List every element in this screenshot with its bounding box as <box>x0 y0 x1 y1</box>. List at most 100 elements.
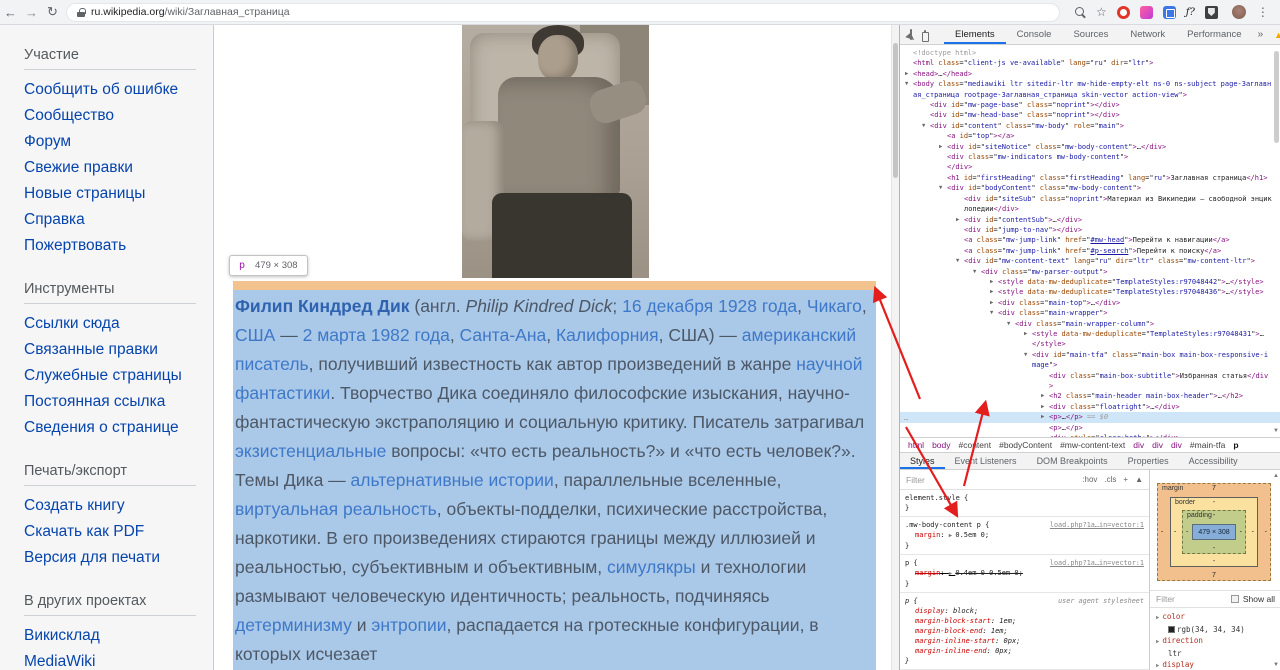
sidebar-link[interactable]: MediaWiki <box>24 649 213 670</box>
sidebar-link[interactable]: Ссылки сюда <box>24 311 213 337</box>
extension-icon-red[interactable] <box>1116 5 1130 19</box>
wiki-link[interactable]: США <box>235 325 275 345</box>
computed-property[interactable]: ▶ color <box>1156 611 1275 624</box>
dom-tree-row[interactable]: ▼ <div class="mw-parser-output"> <box>900 267 1280 277</box>
style-rule[interactable]: user agent stylesheet p {display: block; m… <box>900 593 1149 670</box>
dom-tree-row[interactable]: ▼ <body class="mediawiki ltr sitedir-ltr … <box>900 79 1280 100</box>
wiki-link[interactable]: экзистенциальные <box>235 441 386 461</box>
sidebar-link[interactable]: Форум <box>24 129 213 155</box>
bookmark-star-icon[interactable]: ☆ <box>1096 0 1107 25</box>
computed-property[interactable]: ▶ direction <box>1156 635 1275 648</box>
sidebar-link[interactable]: Версия для печати <box>24 545 213 571</box>
stylesheet-source-link[interactable]: load.php?1a…in=vector:1 <box>1050 520 1144 530</box>
panel-tab-accessibility[interactable]: Accessibility <box>1179 453 1248 469</box>
breadcrumb-item[interactable]: #bodyContent <box>999 440 1052 450</box>
wiki-link[interactable]: энтропии <box>371 615 446 635</box>
back-icon[interactable]: ← <box>0 5 21 20</box>
breadcrumb-item[interactable]: #mw-content-text <box>1060 440 1125 450</box>
inspect-element-icon[interactable] <box>910 29 912 40</box>
wiki-link[interactable]: 2 марта 1982 года <box>303 325 450 345</box>
dom-tree-row[interactable]: <a id="top"></a> <box>900 131 1280 141</box>
computed-property[interactable]: ▶ display <box>1156 659 1275 670</box>
devtools-tab-console[interactable]: Console <box>1006 25 1063 44</box>
warnings-badge[interactable]: ▲3 <box>1274 30 1280 40</box>
sidebar-link[interactable]: Сообщить об ошибке <box>24 77 213 103</box>
dom-tree-row[interactable]: ▶ <div id="contentSub">…</div> <box>900 215 1280 225</box>
devtools-tab-performance[interactable]: Performance <box>1176 25 1252 44</box>
wiki-link[interactable]: детерминизму <box>235 615 352 635</box>
new-rule-button[interactable]: + <box>1123 475 1128 484</box>
stylesheet-source-link[interactable]: user agent stylesheet <box>1058 596 1144 606</box>
dom-tree-row[interactable]: <!doctype html> <box>900 48 1280 58</box>
sidebar-link[interactable]: Постоянная ссылка <box>24 389 213 415</box>
extension-icon-function[interactable]: ƒ? <box>1186 6 1195 19</box>
breadcrumb-item[interactable]: p <box>1233 440 1238 450</box>
address-bar[interactable]: ru.wikipedia.org/wiki/Заглавная_страница <box>66 2 1060 22</box>
dom-tree-row[interactable]: ▶ <head>…</head> <box>900 69 1280 79</box>
sidebar-link[interactable]: Сведения о странице <box>24 415 213 441</box>
more-tabs-icon[interactable]: » <box>1253 29 1269 40</box>
dom-tree-row[interactable]: <h1 id="firstHeading" class="firstHeadin… <box>900 173 1280 183</box>
computed-scroll-up-icon[interactable]: ▲ <box>1273 473 1279 479</box>
sidebar-link[interactable]: Связанные правки <box>24 337 213 363</box>
computed-scroll-down-icon[interactable]: ▼ <box>1273 662 1279 668</box>
dom-tree-row[interactable]: … ▶ <p>…</p> == $0 <box>900 412 1280 423</box>
dom-tree-row[interactable]: <div class="main-box-subtitle">Избранная… <box>900 371 1280 392</box>
wiki-link[interactable]: Санта-Ана <box>460 325 547 345</box>
sidebar-link[interactable]: Скачать как PDF <box>24 519 213 545</box>
dom-tree-row[interactable]: <p>…</p> <box>900 423 1280 433</box>
stylesheet-source-link[interactable]: load.php?1a…in=vector:1 <box>1050 558 1144 568</box>
breadcrumb-item[interactable]: html <box>908 440 924 450</box>
sidebar-link[interactable]: Пожертвовать <box>24 233 213 259</box>
computed-filter-input[interactable]: Filter <box>1156 594 1231 604</box>
breadcrumb-item[interactable]: #main-tfa <box>1190 440 1225 450</box>
box-model-diagram[interactable]: margin 7 7 - - border - - - - padding - … <box>1157 483 1271 581</box>
dom-tree-row[interactable]: ▼ <div id="content" class="mw-body" role=… <box>900 121 1280 131</box>
breadcrumb-item[interactable]: div <box>1152 440 1163 450</box>
style-rule[interactable]: load.php?1a…in=vector:1 p {margin: ▶ 0.4e… <box>900 555 1149 593</box>
sidebar-link[interactable]: Викисклад <box>24 623 213 649</box>
wiki-link[interactable]: Калифорния <box>556 325 659 345</box>
dom-tree-row[interactable]: <a class="mw-jump-link" href="#mw-head">… <box>900 235 1280 245</box>
wiki-link[interactable]: виртуальная реальность <box>235 499 437 519</box>
profile-avatar[interactable] <box>1231 5 1246 19</box>
dom-tree-row[interactable]: ▼ <div class="main-wrapper-column"> <box>900 319 1280 329</box>
page-zoom-icon[interactable] <box>1074 6 1087 19</box>
sidebar-link[interactable]: Сообщество <box>24 103 213 129</box>
breadcrumb-item[interactable]: #content <box>959 440 992 450</box>
sidebar-link[interactable]: Новые страницы <box>24 181 213 207</box>
dom-tree-row[interactable]: <a class="mw-jump-link" href="#p-search"… <box>900 246 1280 256</box>
dom-tree-row[interactable]: ▼ <div class="main-wrapper"> <box>900 308 1280 318</box>
dom-tree-row[interactable]: ▶ <div class="main-top">…</div> <box>900 298 1280 308</box>
dom-tree-row[interactable]: ▼ <div id="bodyContent" class="mw-body-co… <box>900 183 1280 193</box>
tree-scrollbar-thumb[interactable] <box>1274 51 1279 143</box>
dom-tree-row[interactable]: <div class="mw-indicators mw-body-conten… <box>900 152 1280 162</box>
panel-tab-event-listeners[interactable]: Event Listeners <box>945 453 1027 469</box>
dom-tree-row[interactable]: <div id="jump-to-nav"></div> <box>900 225 1280 235</box>
sidebar-link[interactable]: Создать книгу <box>24 493 213 519</box>
dom-tree-row[interactable]: ▶ <style data-mw-deduplicate="TemplateSty… <box>900 329 1280 350</box>
wiki-link[interactable]: альтернативные истории <box>351 470 554 490</box>
devtools-tab-elements[interactable]: Elements <box>944 25 1006 44</box>
show-all-checkbox[interactable] <box>1230 595 1239 603</box>
dom-tree-row[interactable]: <div id="mw-head-base" class="noprint"><… <box>900 110 1280 120</box>
wiki-link[interactable]: 16 декабря 1928 года <box>622 296 797 316</box>
styles-filter-input[interactable]: Filter <box>906 475 1075 485</box>
reload-icon[interactable]: ↻ <box>42 4 63 20</box>
dom-tree-row[interactable]: ▶ <h2 class="main-header main-box-header"… <box>900 391 1280 401</box>
dom-tree-row[interactable]: ▶ <style data-mw-deduplicate="TemplateSty… <box>900 277 1280 287</box>
device-toolbar-icon[interactable] <box>922 29 929 42</box>
sidebar-link[interactable]: Справка <box>24 207 213 233</box>
scrollbar-thumb[interactable] <box>893 43 898 178</box>
style-rule[interactable]: load.php?1a…in=vector:1 .mw-body-content … <box>900 517 1149 555</box>
wiki-link[interactable]: Филип Киндред Дик <box>235 296 410 316</box>
breadcrumb-item[interactable]: body <box>932 440 950 450</box>
panel-tab-dom-breakpoints[interactable]: DOM Breakpoints <box>1027 453 1118 469</box>
dom-tree-row[interactable]: ▶ <div id="siteNotice" class="mw-body-con… <box>900 142 1280 152</box>
dom-tree-row[interactable]: ▼ <div id="main-tfa" class="main-box main… <box>900 350 1280 371</box>
wiki-link[interactable]: симулякры <box>607 557 696 577</box>
dom-tree-row[interactable]: </div> <box>900 162 1280 172</box>
sidebar-link[interactable]: Служебные страницы <box>24 363 213 389</box>
devtools-tab-network[interactable]: Network <box>1119 25 1176 44</box>
breadcrumb-item[interactable]: div <box>1171 440 1182 450</box>
